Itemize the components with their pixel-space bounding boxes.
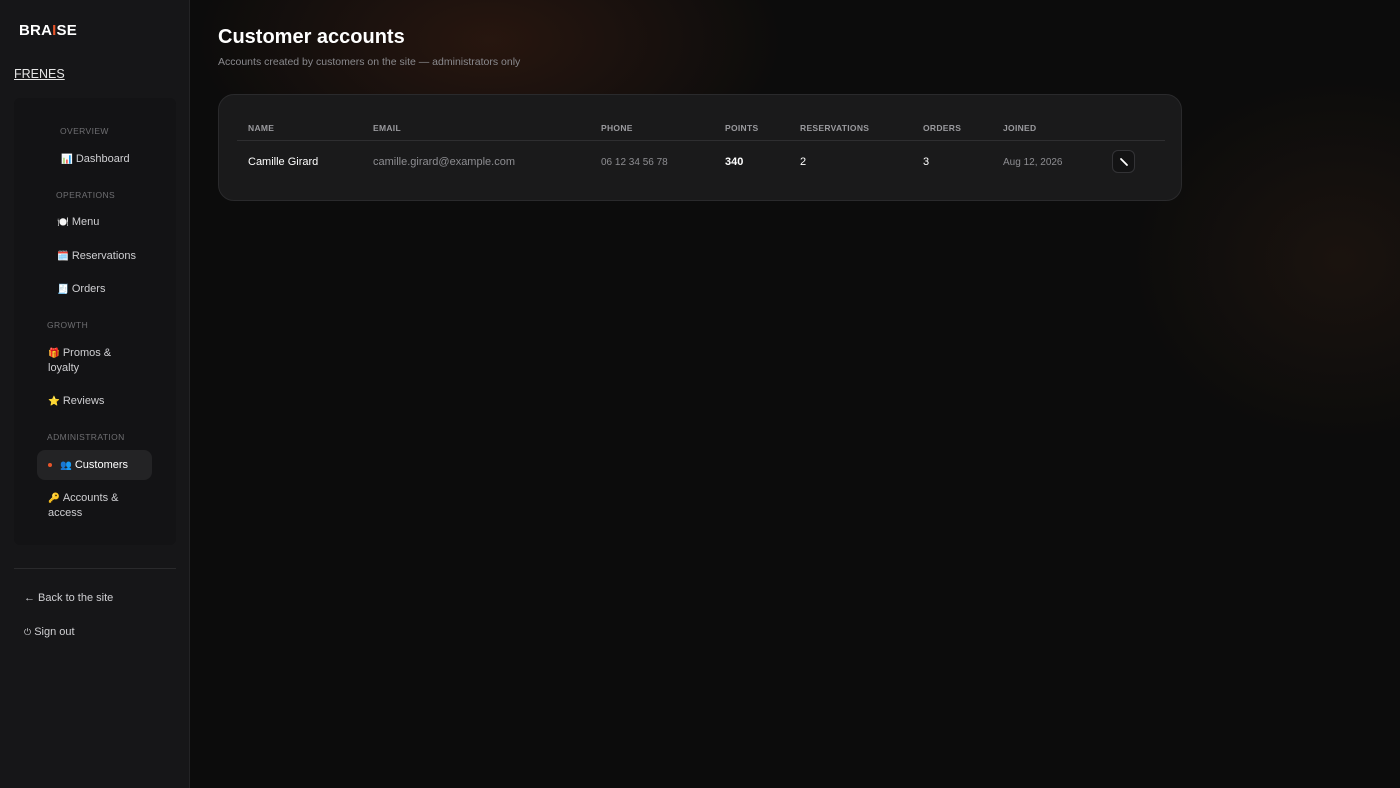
cell-email: camille.girard@example.com [373,156,515,168]
sidebar-item-reviews[interactable]: ⭐ Reviews [48,394,104,409]
sidebar-item-label: Dashboard [75,153,130,165]
sign-out-label: Sign out [34,626,75,638]
star-icon: ⭐ [48,396,60,407]
column-header-name[interactable]: NAME [248,123,274,133]
column-header-joined[interactable]: JOINED [1003,123,1036,133]
edit-customer-button[interactable] [1112,150,1135,173]
users-icon: 👥 [60,459,72,471]
receipt-icon: 🧾 [57,284,69,295]
cell-points: 340 [725,156,744,168]
plate-icon: 🍽️ [57,217,69,228]
nav-section-overview: OVERVIEW [60,126,109,136]
cell-reservations: 2 [800,156,807,168]
sidebar-item-label: Reservations [71,250,137,262]
nav-section-growth: GROWTH [47,320,89,330]
sidebar-item-label-cont: access [48,507,83,519]
logo-text-end: SE [56,22,77,39]
sidebar-item-label: Reviews [62,395,105,407]
sidebar-item-reservations[interactable]: 🗓️ Reservations [57,249,136,264]
sidebar-divider [14,568,176,569]
cell-joined: Aug 12, 2026 [1003,157,1063,168]
calendar-icon: 🗓️ [57,251,69,262]
brand-logo[interactable]: BRAISE [19,22,77,39]
sidebar-item-label: Accounts & [62,492,119,504]
header-divider [237,140,1165,141]
sidebar-item-label: Customers [74,458,129,471]
power-icon: ⏻ [24,627,32,637]
cell-name: Camille Girard [248,156,319,168]
logo-text-start: BRA [19,22,53,39]
column-header-phone[interactable]: PHONE [601,123,633,133]
nav-panel: OVERVIEW 📊 Dashboard OPERATIONS 🍽️ Menu 🗓️… [14,98,176,545]
key-icon: 🔑 [48,493,60,504]
nav-section-operations: OPERATIONS [56,190,116,200]
column-header-points[interactable]: POINTS [725,123,758,133]
sidebar-item-label-cont: loyalty [48,362,80,374]
sidebar-item-label: Orders [71,283,106,295]
column-header-reservations[interactable]: RESERVATIONS [800,123,869,133]
page-title: Customer accounts [218,26,405,48]
sign-out-button[interactable]: ⏻ Sign out [24,626,75,638]
active-indicator-dot [48,463,52,467]
sidebar-item-accounts[interactable]: 🔑 Accounts & access [48,491,148,521]
sidebar-item-dashboard[interactable]: 📊 Dashboard [61,152,130,167]
cell-orders: 3 [923,156,930,168]
restaurant-link[interactable]: FRENES [14,67,65,81]
gift-icon: 🎁 [48,348,60,359]
sidebar-item-orders[interactable]: 🧾 Orders [57,282,105,297]
column-header-email[interactable]: EMAIL [373,123,401,133]
sidebar-item-label: Menu [71,216,100,228]
cell-phone: 06 12 34 56 78 [601,157,668,168]
back-to-site-link[interactable]: ← Back to the site [24,592,113,604]
sidebar-item-label: Promos & [62,347,112,359]
page-subtitle: Accounts created by customers on the sit… [218,56,521,68]
sidebar: BRAISE FRENES OVERVIEW 📊 Dashboard OPERAT… [0,0,190,788]
sidebar-item-promos[interactable]: 🎁 Promos & loyalty [48,346,148,376]
sidebar-item-customers[interactable]: 👥 Customers [37,450,152,480]
chart-icon: 📊 [61,154,73,165]
sidebar-item-menu[interactable]: 🍽️ Menu [57,215,99,230]
customers-table: NAME EMAIL PHONE POINTS RESERVATIONS ORD… [218,94,1182,201]
pencil-icon [1119,157,1128,166]
nav-section-administration: ADMINISTRATION [47,432,125,442]
column-header-orders[interactable]: ORDERS [923,123,961,133]
